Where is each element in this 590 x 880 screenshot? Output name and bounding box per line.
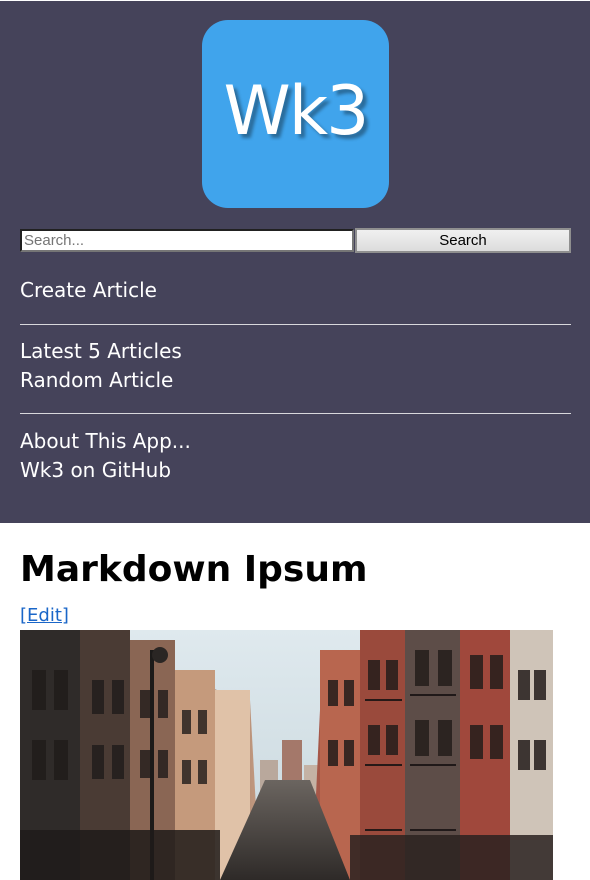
nav-create-article[interactable]: Create Article (20, 276, 157, 305)
app-logo[interactable]: Wk3 (202, 20, 389, 208)
article-image (20, 630, 553, 880)
logo-text: Wk3 (223, 71, 370, 151)
nav-random-article[interactable]: Random Article (20, 366, 173, 395)
nav-about-app[interactable]: About This App... (20, 427, 191, 456)
article-title: Markdown Ipsum (20, 549, 368, 590)
nav-divider (20, 324, 571, 325)
site-header: Wk3 Search Create Article Latest 5 Artic… (0, 0, 590, 523)
header-top-border (0, 0, 590, 1)
nav-github[interactable]: Wk3 on GitHub (20, 456, 171, 485)
search-button[interactable]: Search (355, 228, 571, 253)
search-input[interactable] (20, 229, 354, 252)
edit-link[interactable]: [Edit] (20, 604, 69, 628)
nav-latest-articles[interactable]: Latest 5 Articles (20, 337, 182, 366)
nav-divider (20, 413, 571, 414)
